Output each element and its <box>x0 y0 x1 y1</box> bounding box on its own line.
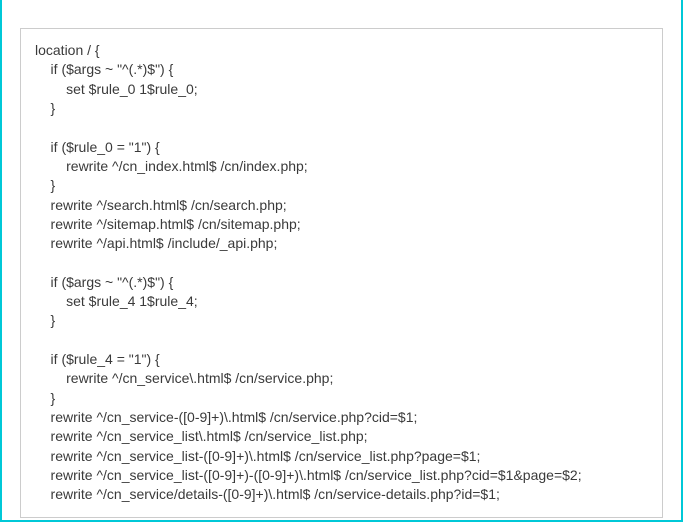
nginx-config-code: location / { if ($args ~ "^(.*)$") { set… <box>35 41 648 518</box>
code-block: location / { if ($args ~ "^(.*)$") { set… <box>20 28 663 518</box>
page-frame: location / { if ($args ~ "^(.*)$") { set… <box>0 0 683 522</box>
